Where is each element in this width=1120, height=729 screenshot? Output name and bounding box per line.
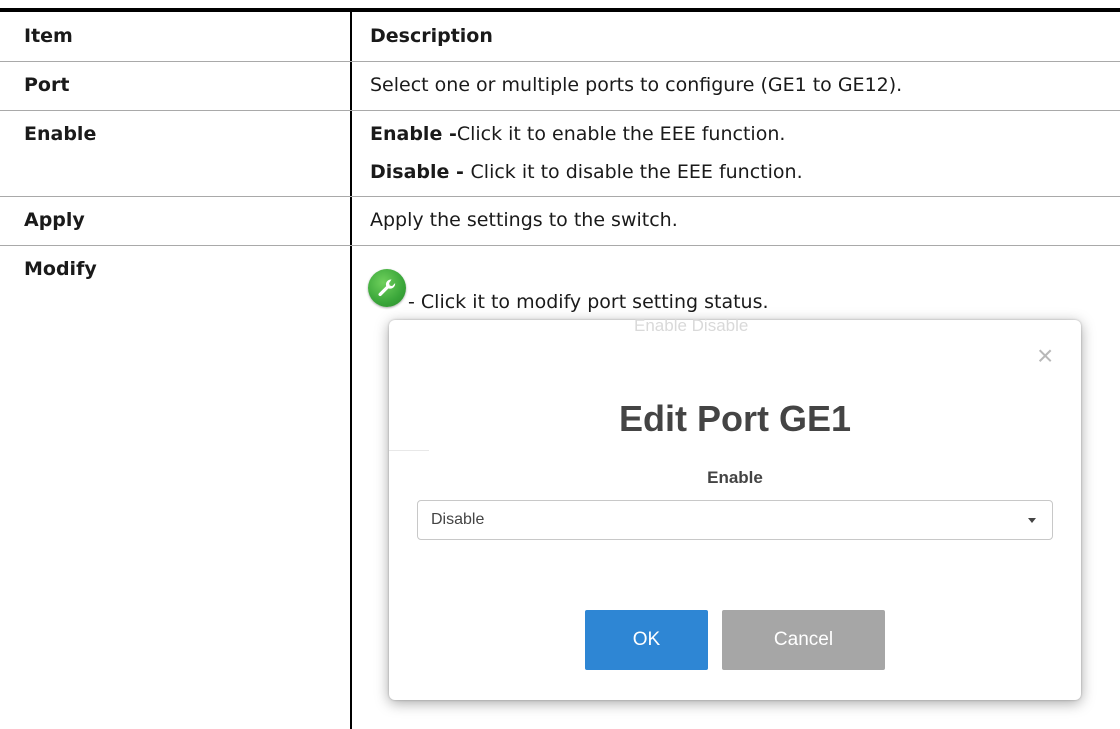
close-icon[interactable]: × <box>1037 342 1053 370</box>
item-port: Port <box>24 74 70 96</box>
row-divider <box>0 110 1120 111</box>
table-top-border <box>0 8 1120 12</box>
enable-select[interactable]: Disable <box>417 500 1053 540</box>
term-enable: Enable - <box>370 123 457 145</box>
item-modify: Modify <box>24 258 97 280</box>
edit-port-dialog: Enable Disable × Edit Port GE1 Enable Di… <box>389 316 1081 700</box>
text-disable: Click it to disable the EEE function. <box>470 161 803 183</box>
item-enable: Enable <box>24 123 97 145</box>
enable-field-label: Enable <box>707 468 763 487</box>
row-divider <box>0 196 1120 197</box>
wrench-icon <box>368 269 406 307</box>
term-disable: Disable - <box>370 161 471 183</box>
dialog-title: Edit Port GE1 <box>618 398 852 439</box>
description-enable-line: Enable -Click it to enable the EEE funct… <box>370 121 785 147</box>
header-description: Description <box>370 25 493 47</box>
description-modify: - Click it to modify port setting status… <box>408 291 769 313</box>
row-divider <box>0 61 1120 62</box>
cancel-button[interactable]: Cancel <box>722 610 885 670</box>
ok-button[interactable]: OK <box>585 610 708 670</box>
row-divider <box>0 245 1120 246</box>
description-apply: Apply the settings to the switch. <box>370 209 678 231</box>
enable-select-value: Disable <box>431 511 485 528</box>
item-apply: Apply <box>24 209 85 231</box>
background-line <box>389 450 429 451</box>
text-enable: Click it to enable the EEE function. <box>456 123 786 145</box>
description-disable-line: Disable - Click it to disable the EEE fu… <box>370 159 803 185</box>
description-table: Item Description Port Select one or mult… <box>0 0 1120 729</box>
wrench-glyph <box>378 279 396 297</box>
header-item: Item <box>24 25 73 47</box>
background-enable-options: Enable Disable <box>634 316 749 335</box>
chevron-down-icon <box>1028 518 1036 523</box>
description-port: Select one or multiple ports to configur… <box>370 74 903 96</box>
column-divider <box>350 12 352 729</box>
